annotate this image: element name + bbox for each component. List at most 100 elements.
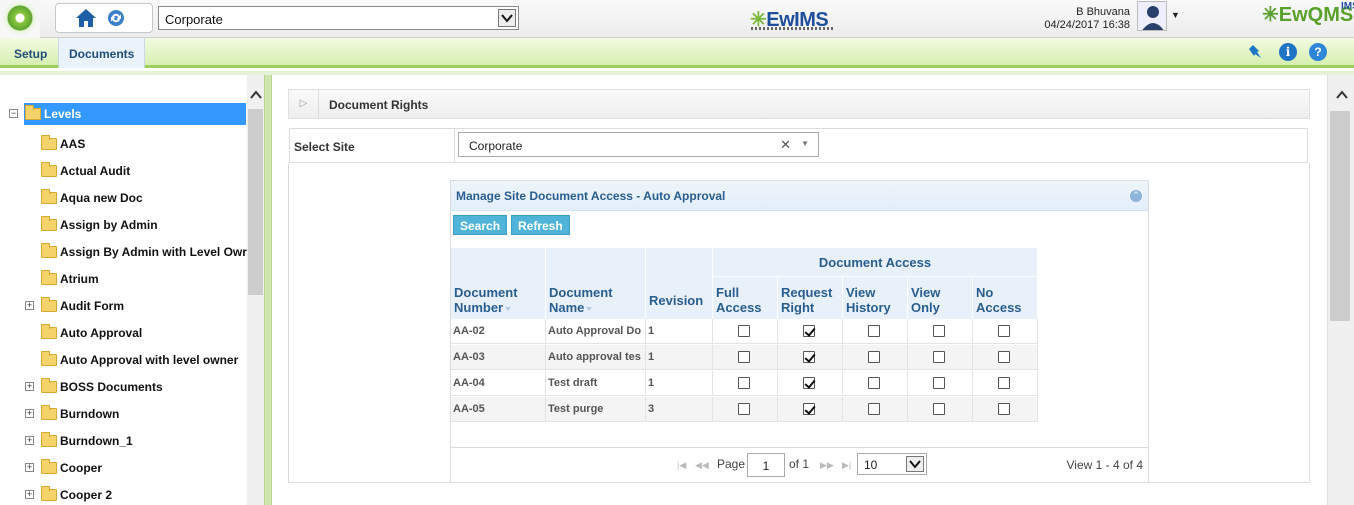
access-checkbox[interactable]	[998, 377, 1010, 389]
home-icon[interactable]	[74, 7, 98, 29]
access-checkbox[interactable]	[803, 377, 815, 389]
site-combobox[interactable]: Corporate ✕ ▼	[458, 132, 819, 157]
help-icon[interactable]: ?	[1309, 43, 1327, 61]
access-checkbox[interactable]	[738, 403, 750, 415]
ewqms-logo: ✳EwQMSIMS	[1262, 1, 1354, 27]
access-checkbox[interactable]	[738, 325, 750, 337]
access-checkbox[interactable]	[933, 325, 945, 337]
page-number-input[interactable]: 1	[747, 453, 785, 477]
menu-setup[interactable]: Setup	[4, 38, 57, 68]
scroll-up-icon[interactable]	[1333, 89, 1350, 106]
tree-item[interactable]: Auto Approval	[60, 326, 142, 348]
folder-icon	[41, 270, 57, 285]
refresh-button[interactable]: Refresh	[511, 215, 570, 235]
main-scrollbar[interactable]	[1327, 75, 1354, 505]
tree-scrollbar[interactable]	[247, 75, 264, 505]
folder-icon	[41, 459, 57, 474]
cell-name: Test draft	[546, 371, 646, 396]
tree-item[interactable]: Auto Approval with level owner	[60, 353, 238, 375]
site-select[interactable]: Corporate	[158, 6, 519, 30]
folder-icon	[41, 189, 57, 204]
tree-expand-icon[interactable]: +	[25, 382, 34, 391]
col-header-doc-number[interactable]: Document Number	[451, 277, 546, 319]
login-datetime: 04/24/2017 16:38	[1044, 19, 1130, 31]
refresh-icon[interactable]	[106, 8, 126, 28]
menu-documents[interactable]: Documents	[58, 38, 146, 68]
main-scroll-thumb[interactable]	[1330, 111, 1350, 321]
access-checkbox[interactable]	[868, 325, 880, 337]
folder-icon	[41, 162, 57, 177]
tree-item[interactable]: Atrium	[60, 272, 99, 294]
rows-per-page-select[interactable]: 10	[857, 453, 927, 475]
tree-item[interactable]: Burndown_1	[60, 434, 133, 456]
access-checkbox[interactable]	[933, 377, 945, 389]
menu-bar: Setup Documents i ?	[0, 38, 1354, 68]
access-checkbox[interactable]	[868, 377, 880, 389]
access-checkbox[interactable]	[998, 403, 1010, 415]
first-page-icon[interactable]: |◀	[677, 460, 686, 471]
chevron-down-icon[interactable]	[906, 456, 924, 472]
tree-item[interactable]: BOSS Documents	[60, 380, 163, 402]
scroll-up-icon[interactable]	[247, 89, 264, 106]
col-header-full-access[interactable]: Full Access	[713, 277, 778, 319]
cell-access	[843, 371, 908, 396]
level-tree-panel: − Levels AAS Actual Audit Aqua new Doc Assi…	[0, 75, 264, 505]
cell-access	[843, 345, 908, 370]
tree-root-label[interactable]: Levels	[44, 107, 81, 129]
tree-collapse-icon[interactable]: −	[9, 109, 18, 118]
next-page-icon[interactable]: ▶▶	[820, 460, 834, 471]
access-checkbox[interactable]	[803, 325, 815, 337]
info-icon[interactable]: i	[1279, 43, 1297, 61]
access-checkbox[interactable]	[998, 325, 1010, 337]
folder-icon	[41, 135, 57, 150]
col-header-request-right[interactable]: Request Right	[778, 277, 843, 319]
access-checkbox[interactable]	[933, 403, 945, 415]
access-checkbox[interactable]	[803, 403, 815, 415]
cell-access	[908, 345, 973, 370]
chevron-down-icon[interactable]	[498, 9, 516, 27]
col-header-view-only[interactable]: View Only	[908, 277, 973, 319]
access-checkbox[interactable]	[933, 351, 945, 363]
tree-item[interactable]: Audit Form	[60, 299, 124, 321]
search-button[interactable]: Search	[453, 215, 508, 235]
col-header-view-history[interactable]: View History	[843, 277, 908, 319]
tree-item[interactable]: Cooper 2	[60, 488, 112, 505]
col-header-no-access[interactable]: No Access	[973, 277, 1038, 319]
tree-item[interactable]: Assign by Admin	[60, 218, 158, 240]
tree-item[interactable]: Actual Audit	[60, 164, 130, 186]
page-title: Document Rights	[329, 98, 429, 112]
app-logo-icon[interactable]	[0, 0, 40, 38]
expand-panel-icon[interactable]: ▷	[289, 90, 319, 118]
panel-splitter[interactable]	[264, 75, 272, 505]
cell-access	[778, 371, 843, 396]
avatar[interactable]	[1137, 1, 1167, 31]
last-page-icon[interactable]: ▶|	[842, 460, 851, 471]
col-header-doc-name[interactable]: Document Name	[546, 277, 646, 319]
access-checkbox[interactable]	[738, 351, 750, 363]
tree-expand-icon[interactable]: +	[25, 463, 34, 472]
access-checkbox[interactable]	[868, 403, 880, 415]
access-checkbox[interactable]	[738, 377, 750, 389]
pin-icon[interactable]	[1247, 43, 1265, 61]
tree-item[interactable]: Cooper	[60, 461, 102, 483]
tree-item[interactable]: Aqua new Doc	[60, 191, 143, 213]
tree-item[interactable]: Burndown	[60, 407, 119, 429]
col-header-revision[interactable]: Revision	[646, 277, 713, 319]
tree-item[interactable]: Assign By Admin with Level Owr	[60, 245, 247, 267]
tree-expand-icon[interactable]: +	[25, 436, 34, 445]
dropdown-icon[interactable]: ▼	[801, 139, 809, 148]
collapse-icon[interactable]: ⌃	[1130, 190, 1142, 202]
tree-item[interactable]: AAS	[60, 137, 85, 159]
clear-icon[interactable]: ✕	[780, 137, 791, 153]
user-menu-caret-icon[interactable]: ▼	[1171, 10, 1180, 20]
access-checkbox[interactable]	[998, 351, 1010, 363]
cell-revision: 1	[646, 345, 713, 370]
tree-expand-icon[interactable]: +	[25, 490, 34, 499]
tree-scroll-thumb[interactable]	[248, 109, 263, 295]
access-checkbox[interactable]	[803, 351, 815, 363]
tree-expand-icon[interactable]: +	[25, 409, 34, 418]
tree-expand-icon[interactable]: +	[25, 301, 34, 310]
access-checkbox[interactable]	[868, 351, 880, 363]
prev-page-icon[interactable]: ◀◀	[695, 460, 709, 471]
cell-access	[713, 345, 778, 370]
